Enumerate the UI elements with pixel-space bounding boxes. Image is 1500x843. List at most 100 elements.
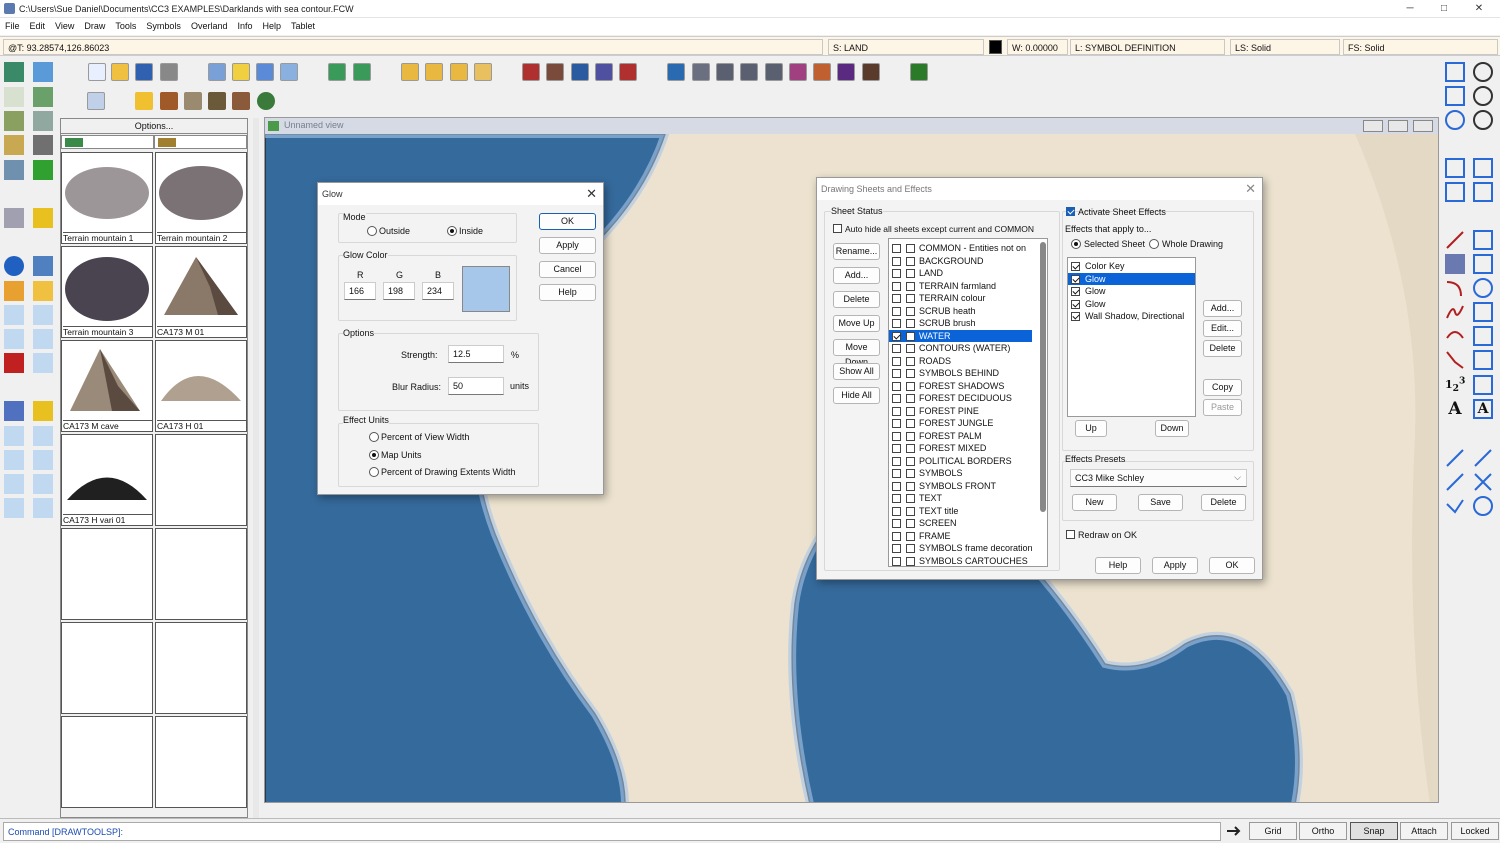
paste-effect-button[interactable]: Paste (1203, 399, 1242, 416)
sheet-freeze-checkbox[interactable] (906, 269, 915, 278)
sheet-freeze-checkbox[interactable] (906, 494, 915, 503)
copy-effect-button[interactable]: Copy (1203, 379, 1242, 396)
menu-help[interactable]: Help (257, 18, 286, 34)
cross-tool-icon[interactable] (33, 498, 53, 518)
fractal-icon[interactable] (1473, 326, 1493, 346)
fill-tool-icon[interactable] (33, 111, 53, 131)
effect-enabled-checkbox[interactable] (1071, 262, 1080, 271)
line-style-selector[interactable]: LS: Solid (1230, 39, 1340, 55)
symbol-thumb[interactable]: CA173 H vari 01 (61, 434, 153, 526)
land-tool-icon[interactable] (4, 62, 24, 82)
sheet-freeze-checkbox[interactable] (906, 431, 915, 441)
mirror-icon[interactable] (33, 329, 53, 349)
panel-scrollbar[interactable] (253, 118, 259, 818)
insert-icon[interactable] (87, 92, 105, 110)
sheet-row[interactable]: TERRAIN colour (889, 292, 1032, 305)
menu-overland[interactable]: Overland (186, 18, 233, 34)
view-width-radio[interactable] (369, 432, 379, 442)
copy-icon[interactable] (33, 208, 53, 228)
sheet-visible-checkbox[interactable] (892, 294, 901, 303)
view-minimize-button[interactable] (1363, 120, 1383, 132)
sheet-visible-checkbox[interactable] (892, 531, 901, 541)
sheet-row[interactable]: SYMBOLS CARTOUCHES (889, 555, 1032, 567)
folder-icon[interactable] (474, 63, 492, 81)
command-arrow-icon[interactable] (1225, 824, 1245, 838)
symbol-thumb[interactable]: Terrain mountain 2 (155, 152, 247, 244)
strength-input[interactable]: 12.5 (448, 345, 504, 363)
style-dark3-icon[interactable] (765, 63, 783, 81)
symbol-thumb[interactable]: CA173 M cave (61, 340, 153, 432)
sheet-visible-checkbox[interactable] (892, 494, 901, 503)
effect-row[interactable]: Glow (1068, 272, 1195, 285)
menu-edit[interactable]: Edit (25, 18, 51, 34)
save-preset-button[interactable]: Save (1138, 494, 1183, 511)
preset-select[interactable]: CC3 Mike Schley ⌵ (1070, 469, 1247, 487)
effect-row[interactable]: Glow (1068, 298, 1195, 311)
add-effect-button[interactable]: Add... (1203, 300, 1242, 317)
sheet-freeze-checkbox[interactable] (906, 306, 915, 316)
scale-icon[interactable] (4, 160, 24, 180)
blur-radius-input[interactable]: 50 (448, 377, 504, 395)
close-button[interactable]: ✕ (1469, 2, 1489, 16)
delete-effect-button[interactable]: Delete (1203, 340, 1242, 357)
print-icon[interactable] (160, 63, 178, 81)
sheet-visible-checkbox[interactable] (892, 544, 901, 553)
sheet-visible-checkbox[interactable] (892, 331, 901, 341)
effect-enabled-checkbox[interactable] (1071, 287, 1080, 296)
b-input[interactable]: 234 (422, 282, 454, 300)
explode-icon[interactable] (4, 353, 24, 373)
sheets-help-button[interactable]: Help (1095, 557, 1141, 574)
symbol-icon[interactable] (1473, 375, 1493, 395)
trim-icon[interactable] (4, 401, 24, 421)
array-icon[interactable] (33, 305, 53, 325)
effect-up-button[interactable]: Up (1075, 420, 1107, 437)
feather-icon[interactable] (208, 92, 226, 110)
layer-icon[interactable] (1445, 158, 1465, 178)
drawing-extents-radio[interactable] (369, 467, 379, 477)
sheet-freeze-checkbox[interactable] (906, 256, 915, 266)
sheet-visible-checkbox[interactable] (892, 481, 901, 491)
effect-enabled-checkbox[interactable] (1071, 299, 1080, 309)
snap-toggle[interactable]: Snap (1350, 822, 1398, 840)
note-icon[interactable] (232, 63, 250, 81)
sheets-ok-button[interactable]: OK (1209, 557, 1255, 574)
road-tool-icon[interactable] (4, 111, 24, 131)
curve-icon[interactable] (1445, 302, 1465, 322)
symbol-thumb[interactable]: Terrain mountain 3 (61, 246, 153, 338)
sheet-visible-checkbox[interactable] (892, 244, 901, 253)
sheet-freeze-checkbox[interactable] (906, 531, 915, 541)
house-icon[interactable] (160, 92, 178, 110)
symbol-thumb[interactable] (61, 528, 153, 620)
add-sheet-button[interactable]: Add... (833, 267, 880, 284)
sheet-row[interactable]: COMMON - Entities not on (889, 242, 1032, 255)
zoom-extents-icon[interactable] (1445, 86, 1465, 106)
village-icon[interactable] (184, 92, 202, 110)
intersect-icon[interactable] (1473, 472, 1493, 492)
text-box-icon[interactable]: A (1473, 399, 1493, 419)
view-restore-button[interactable] (1388, 120, 1408, 132)
arc-icon[interactable] (1445, 278, 1465, 298)
dimension-icon[interactable] (1445, 448, 1465, 468)
layer-selector[interactable]: L: SYMBOL DEFINITION (1070, 39, 1225, 55)
text-replace-icon[interactable] (33, 401, 53, 421)
effect-enabled-checkbox[interactable] (1071, 274, 1080, 284)
sheet-row[interactable]: SCRUB heath (889, 305, 1032, 318)
new-preset-button[interactable]: New (1072, 494, 1117, 511)
sheet-row[interactable]: SCRUB brush (889, 317, 1032, 330)
line-icon[interactable] (1445, 230, 1465, 250)
catalog-icon[interactable] (401, 63, 419, 81)
effect-row[interactable]: Color Key (1068, 260, 1195, 273)
magnify-icon[interactable] (4, 208, 24, 228)
sheet-row[interactable]: FRAME (889, 530, 1032, 543)
sheet-row[interactable]: FOREST PALM (889, 430, 1032, 443)
import-icon[interactable] (328, 63, 346, 81)
sheet-row[interactable]: SYMBOLS (889, 467, 1032, 480)
star-icon[interactable] (1473, 350, 1493, 370)
terrain-tool-icon[interactable] (33, 87, 53, 107)
sheet-row[interactable]: TEXT title (889, 505, 1032, 518)
outside-radio[interactable] (367, 226, 377, 236)
style-red-icon[interactable] (522, 63, 540, 81)
line-tool-icon[interactable] (4, 498, 24, 518)
pick-color-icon[interactable] (33, 256, 53, 276)
castle-icon[interactable] (232, 92, 250, 110)
